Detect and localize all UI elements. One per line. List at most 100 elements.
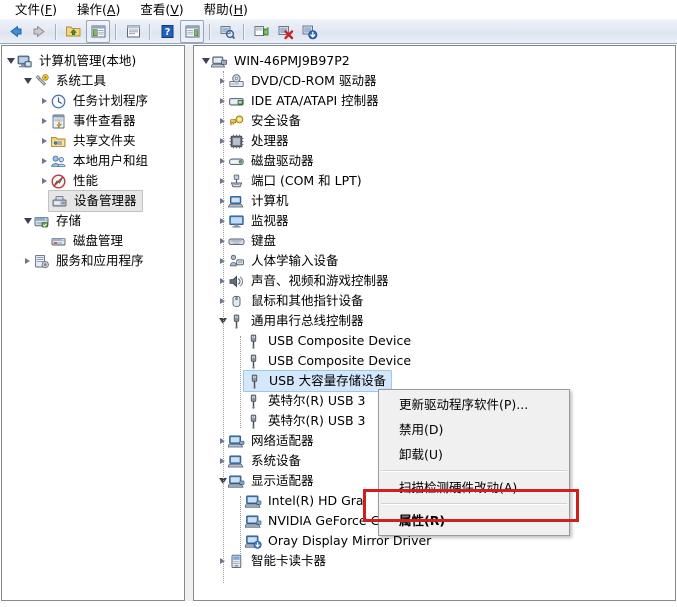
- tree-item[interactable]: 事件查看器: [50, 111, 139, 131]
- device-tree-item-row[interactable]: 计算机: [194, 191, 675, 211]
- device-tree-item-row[interactable]: USB Composite Device: [194, 331, 675, 351]
- menu-help[interactable]: 帮助(H): [195, 1, 257, 18]
- menu-view[interactable]: 查看(V): [131, 1, 192, 18]
- console-tree-item-row[interactable]: 任务计划程序: [2, 91, 184, 111]
- collapse-triangle-icon[interactable]: [22, 71, 33, 91]
- show-action-pane-icon[interactable]: [180, 20, 204, 43]
- tree-item[interactable]: 显示适配器: [228, 471, 317, 491]
- device-tree-item-label: 安全设备: [251, 113, 302, 128]
- tree-item[interactable]: 计算机管理(本地): [16, 51, 139, 71]
- tree-item[interactable]: 磁盘管理: [50, 231, 126, 251]
- collapse-triangle-icon[interactable]: [22, 211, 33, 231]
- console-tree-item-row[interactable]: 系统工具: [2, 71, 184, 91]
- context-menu-item[interactable]: 禁用(D): [379, 417, 569, 442]
- expand-triangle-icon[interactable]: [39, 91, 50, 111]
- tree-item[interactable]: 声音、视频和游戏控制器: [228, 271, 392, 291]
- device-tree-item-row[interactable]: 人体学输入设备: [194, 251, 675, 271]
- tree-item[interactable]: 处理器: [228, 131, 292, 151]
- tree-item[interactable]: 端口 (COM 和 LPT): [228, 171, 365, 191]
- tree-item[interactable]: IDE ATA/ATAPI 控制器: [228, 91, 382, 111]
- tree-item[interactable]: 智能卡读卡器: [228, 551, 329, 571]
- device-tree-item-row[interactable]: 处理器: [194, 131, 675, 151]
- device-tree-item-row[interactable]: 通用串行总线控制器: [194, 311, 675, 331]
- expand-triangle-icon[interactable]: [39, 131, 50, 151]
- tree-item[interactable]: 任务计划程序: [50, 91, 151, 111]
- scan-hardware-changes-icon[interactable]: [216, 21, 238, 42]
- uninstall-device-icon[interactable]: [274, 21, 296, 42]
- tree-item[interactable]: 性能: [50, 171, 101, 191]
- context-menu-item[interactable]: 扫描检测硬件改动(A): [379, 475, 569, 500]
- expand-triangle-icon[interactable]: [39, 171, 50, 191]
- expand-triangle-icon[interactable]: [39, 111, 50, 131]
- tree-item[interactable]: 键盘: [228, 231, 279, 251]
- tree-item[interactable]: 监视器: [228, 211, 292, 231]
- device-tree-item-row[interactable]: IDE ATA/ATAPI 控制器: [194, 91, 675, 111]
- tree-item[interactable]: 共享文件夹: [50, 131, 139, 151]
- device-tree-item-row[interactable]: 声音、视频和游戏控制器: [194, 271, 675, 291]
- update-driver-icon[interactable]: [250, 21, 272, 42]
- tree-item[interactable]: 系统设备: [228, 451, 304, 471]
- device-tree-item-row[interactable]: 监视器: [194, 211, 675, 231]
- tree-item[interactable]: 人体学输入设备: [228, 251, 342, 271]
- context-menu-item[interactable]: 属性(R): [379, 508, 569, 533]
- tree-item[interactable]: 磁盘驱动器: [228, 151, 317, 171]
- context-menu-item[interactable]: 更新驱动程序软件(P)...: [379, 392, 569, 417]
- console-tree-item-row[interactable]: 设备管理器: [2, 190, 184, 212]
- context-menu-item[interactable]: 卸载(U): [379, 442, 569, 467]
- menu-file[interactable]: 文件(F): [6, 1, 66, 18]
- tree-item[interactable]: 存储: [33, 211, 84, 231]
- console-tree-item-row[interactable]: 计算机管理(本地): [2, 51, 184, 71]
- services-applications-icon: [33, 253, 50, 270]
- expand-triangle-icon[interactable]: [22, 251, 33, 271]
- device-tree-item-row[interactable]: WIN-46PMJ9B97P2: [194, 51, 675, 71]
- tree-item[interactable]: 通用串行总线控制器: [228, 311, 367, 331]
- tree-item-selected[interactable]: USB 大容量存储设备: [243, 370, 393, 392]
- forward-arrow-icon[interactable]: [28, 21, 50, 42]
- collapse-triangle-icon[interactable]: [5, 51, 16, 71]
- tree-item[interactable]: USB Composite Device: [245, 351, 414, 371]
- tree-item[interactable]: 计算机: [228, 191, 292, 211]
- tree-item[interactable]: 本地用户和组: [50, 151, 151, 171]
- device-tree-item-row[interactable]: DVD/CD-ROM 驱动器: [194, 71, 675, 91]
- up-folder-icon[interactable]: [62, 21, 84, 42]
- console-tree-item-row[interactable]: 服务和应用程序: [2, 251, 184, 271]
- tree-item[interactable]: 鼠标和其他指针设备: [228, 291, 367, 311]
- tree-item[interactable]: 系统工具: [33, 71, 109, 91]
- device-tree-item-row[interactable]: 键盘: [194, 231, 675, 251]
- console-tree-item-row[interactable]: 本地用户和组: [2, 151, 184, 171]
- device-tree-item-row[interactable]: 端口 (COM 和 LPT): [194, 171, 675, 191]
- device-context-menu[interactable]: 更新驱动程序软件(P)... 禁用(D) 卸载(U) 扫描检测硬件改动(A) 属性(R): [378, 389, 570, 536]
- system-tools-icon: [33, 73, 50, 90]
- show-hide-console-tree-icon[interactable]: [86, 20, 110, 43]
- back-arrow-icon[interactable]: [4, 21, 26, 42]
- tree-item[interactable]: 英特尔(R) USB 3: [245, 391, 369, 411]
- console-tree-item-row[interactable]: 事件查看器: [2, 111, 184, 131]
- console-tree-item-row[interactable]: 共享文件夹: [2, 131, 184, 151]
- help-icon[interactable]: ?: [156, 21, 178, 42]
- tree-item[interactable]: 网络适配器: [228, 431, 317, 451]
- device-tree-item-row[interactable]: 鼠标和其他指针设备: [194, 291, 675, 311]
- pane-splitter[interactable]: [185, 45, 193, 601]
- properties-icon[interactable]: [122, 21, 144, 42]
- device-tree-item-row[interactable]: USB Composite Device: [194, 351, 675, 371]
- device-tree-item-row[interactable]: 磁盘驱动器: [194, 151, 675, 171]
- tree-item[interactable]: DVD/CD-ROM 驱动器: [228, 71, 379, 91]
- collapse-triangle-icon[interactable]: [200, 51, 211, 71]
- device-tree-item-row[interactable]: USB 大容量存储设备: [194, 370, 675, 392]
- console-tree-item-row[interactable]: 性能: [2, 171, 184, 191]
- console-tree-pane[interactable]: 计算机管理(本地) 系统工具 任务计划程序 事件查看器 共享文件夹 本地用户和组 性能 设备管…: [1, 45, 185, 601]
- tree-item[interactable]: Intel(R) HD Gra: [245, 491, 367, 511]
- console-tree-item-row[interactable]: 存储: [2, 211, 184, 231]
- expand-triangle-icon[interactable]: [39, 151, 50, 171]
- console-tree-item-row[interactable]: 磁盘管理: [2, 231, 184, 251]
- tree-item[interactable]: USB Composite Device: [245, 331, 414, 351]
- menu-action[interactable]: 操作(A): [68, 1, 129, 18]
- enable-device-icon[interactable]: [298, 21, 320, 42]
- tree-item[interactable]: 安全设备: [228, 111, 304, 131]
- tree-item-selected[interactable]: 设备管理器: [48, 190, 143, 212]
- device-tree-item-row[interactable]: 安全设备: [194, 111, 675, 131]
- tree-item[interactable]: WIN-46PMJ9B97P2: [211, 51, 353, 71]
- tree-item[interactable]: 英特尔(R) USB 3: [245, 411, 369, 431]
- device-tree-item-row[interactable]: 智能卡读卡器: [194, 551, 675, 571]
- tree-item[interactable]: 服务和应用程序: [33, 251, 147, 271]
